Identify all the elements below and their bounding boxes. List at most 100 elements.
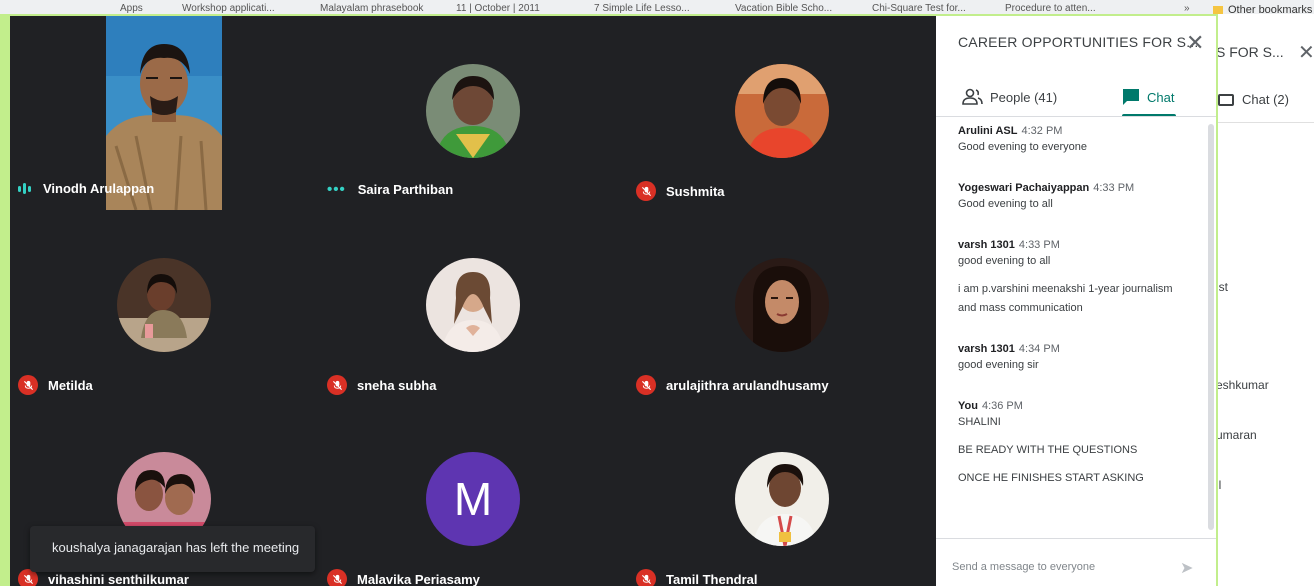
message-sender: varsh 1301 (958, 343, 1015, 355)
chat-icon (1218, 94, 1234, 106)
folder-icon (1213, 6, 1223, 14)
avatar: M (426, 452, 520, 546)
avatar (735, 452, 829, 546)
mic-off-icon (636, 569, 656, 586)
tab-chat[interactable]: Chat (1122, 78, 1174, 116)
chat-icon (1123, 89, 1139, 105)
chat-message: You 4:36 PM SHALINI (936, 400, 1208, 431)
message-text: good evening sir (958, 359, 1039, 371)
participant-tile[interactable]: sneha subha (319, 210, 628, 404)
message-time: 4:33 PM (1018, 239, 1060, 251)
avatar (735, 258, 829, 352)
other-bookmarks-label: Other bookmarks (1228, 4, 1313, 14)
more-dots-icon: ••• (327, 181, 346, 198)
background-chat-tab[interactable]: Chat (2) (1218, 92, 1289, 107)
participant-tile[interactable]: ••• Saira Parthiban (319, 16, 628, 210)
bookmark-item[interactable]: Procedure to atten... (1005, 3, 1096, 14)
participant-name: Sushmita (636, 181, 725, 201)
other-bookmarks[interactable]: Other bookmarks (1213, 4, 1312, 14)
participant-tile[interactable]: Sushmita (628, 16, 936, 210)
chat-scrollbar[interactable] (1208, 124, 1214, 530)
chat-message: Arulini ASL 4:32 PM Good evening to every… (936, 125, 1208, 156)
chat-message: varsh 1301 4:34 PM good evening sir (936, 343, 1208, 374)
chat-message-input[interactable] (952, 561, 1162, 573)
participant-name-label: Saira Parthiban (357, 182, 454, 197)
message-text: SHALINI (958, 416, 1001, 428)
divider (936, 538, 1216, 539)
participant-name-label: vihashini senthilkumar (48, 571, 189, 586)
message-text: BE READY WITH THE QUESTIONS (958, 444, 1138, 456)
send-icon[interactable]: ➤ (1180, 558, 1193, 578)
participant-name-label: arulajithra arulandhusamy (666, 377, 829, 393)
avatar-initial: M (453, 473, 493, 525)
message-text: and mass communication (958, 302, 1083, 314)
participant-tile[interactable]: M Malavika Periasamy (319, 404, 628, 586)
participant-name: sneha subha (327, 375, 436, 395)
participant-name: ••• Saira Parthiban (327, 181, 453, 198)
participant-tile[interactable]: Vinodh Arulappan (10, 16, 319, 210)
meeting-left-notification: koushalya janagarajan has left the meeti… (30, 526, 315, 572)
mic-off-icon (18, 375, 38, 395)
chat-message: BE READY WITH THE QUESTIONS (936, 441, 1208, 459)
bookmark-item[interactable]: Workshop applicati... (182, 3, 275, 14)
chat-message: varsh 1301 4:33 PM good evening to all (936, 239, 1208, 270)
chat-message: i am p.varshini meenakshi 1-year journal… (936, 280, 1208, 317)
bookmarks-overflow[interactable]: » (1184, 3, 1190, 14)
message-text: ONCE HE FINISHES START ASKING (958, 472, 1144, 484)
chat-message: Yogeswari Pachaiyappan 4:33 PM Good eveni… (936, 182, 1208, 213)
participant-tile[interactable]: arulajithra arulandhusamy (628, 210, 936, 404)
bookmark-item[interactable]: Malayalam phrasebook (320, 3, 423, 14)
participant-tile[interactable]: Tamil Thendral (628, 404, 936, 586)
background-window-title: S FOR S... (1216, 44, 1284, 60)
people-icon (962, 88, 983, 105)
message-time: 4:34 PM (1018, 343, 1060, 355)
meeting-title: CAREER OPPORTUNITIES FOR S... (958, 34, 1199, 50)
background-text-fragment: umaran (1216, 428, 1257, 442)
message-time: 4:32 PM (1021, 125, 1063, 137)
mic-off-icon (636, 181, 656, 201)
message-sender: You (958, 400, 978, 412)
participant-name: Vinodh Arulappan (18, 181, 154, 196)
bookmark-item[interactable]: Apps (120, 3, 143, 14)
bookmark-item[interactable]: 11 | October | 2011 (456, 3, 540, 14)
meet-window: Vinodh Arulappan ••• Saira Parthiban Sus… (0, 14, 1218, 586)
panel-tabs: People (41) Chat (936, 78, 1216, 117)
participant-name: Malavika Periasamy (327, 569, 480, 586)
participant-tile[interactable]: Metilda (10, 210, 319, 404)
tab-chat-label: Chat (1147, 89, 1175, 105)
close-icon[interactable]: ✕ (1298, 40, 1314, 65)
chat-message: ONCE HE FINISHES START ASKING (936, 469, 1208, 487)
message-text: i am p.varshini meenakshi 1-year journal… (958, 283, 1173, 295)
message-text: good evening to all (958, 255, 1051, 267)
bookmark-item[interactable]: Vacation Bible Scho... (735, 3, 832, 14)
message-sender: varsh 1301 (958, 239, 1015, 251)
bookmark-item[interactable]: 7 Simple Life Lesso... (594, 3, 690, 14)
message-sender: Yogeswari Pachaiyappan (958, 182, 1090, 194)
participant-name: Tamil Thendral (636, 569, 758, 586)
close-icon[interactable]: ✕ (1186, 30, 1204, 56)
tab-people[interactable]: People (41) (962, 78, 1057, 116)
message-sender: Arulini ASL (958, 125, 1018, 137)
bookmarks-bar: Apps Workshop applicati... Malayalam phr… (0, 0, 1314, 14)
participant-name: Metilda (18, 375, 93, 395)
participant-name-label: Tamil Thendral (666, 571, 758, 586)
message-time: 4:36 PM (981, 400, 1023, 412)
participant-name-label: Metilda (48, 377, 93, 393)
avatar (426, 258, 520, 352)
avatar (117, 258, 211, 352)
message-text: Good evening to all (958, 198, 1053, 210)
avatar (735, 64, 829, 158)
avatar (426, 64, 520, 158)
bookmark-item[interactable]: Chi-Square Test for... (872, 3, 966, 14)
participant-name: arulajithra arulandhusamy (636, 375, 829, 395)
participant-grid: Vinodh Arulappan ••• Saira Parthiban Sus… (10, 16, 936, 586)
background-text-fragment: eshkumar (1216, 378, 1269, 392)
message-text: Good evening to everyone (958, 141, 1088, 153)
divider (1210, 122, 1314, 123)
background-chat-tab-label: Chat (2) (1242, 92, 1289, 107)
mic-off-icon (327, 569, 347, 586)
participant-name-label: Vinodh Arulappan (43, 181, 155, 196)
participant-name-label: Malavika Periasamy (357, 571, 480, 586)
side-panel: CAREER OPPORTUNITIES FOR S... ✕ People (… (936, 16, 1216, 586)
tab-people-label: People (41) (990, 89, 1058, 105)
